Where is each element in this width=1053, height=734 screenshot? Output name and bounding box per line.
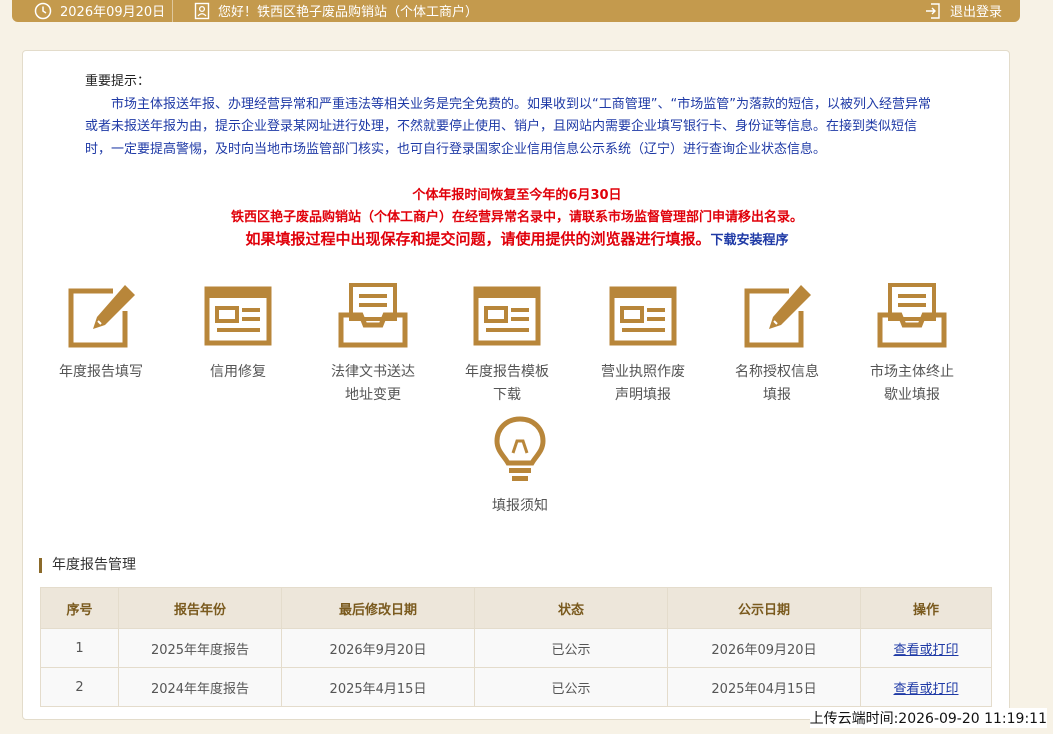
clock-icon: [34, 2, 52, 19]
col-header-last-modified: 最后修改日期: [281, 587, 475, 629]
greeting-text: 您好！铁西区艳子废品购销站（个体工商户）: [218, 5, 479, 20]
view-print-link[interactable]: 查看或打印: [860, 628, 992, 668]
logout-label: 退出登录: [950, 5, 1003, 20]
form-window-icon: [473, 286, 541, 346]
col-header-actions: 操作: [860, 587, 992, 629]
col-header-report-year: 报告年份: [118, 587, 282, 629]
tile-label-line2: 声明填报: [615, 387, 671, 403]
tile-label-line1: 名称授权信息: [735, 364, 819, 380]
logout-button[interactable]: 退出登录: [924, 1, 1002, 20]
cell-status: 已公示: [474, 628, 668, 668]
cell-report-year: 2024年年度报告: [118, 667, 282, 707]
cell-last-modified: 2025年4月15日: [281, 667, 475, 707]
tile-legal-doc-address[interactable]: 法律文书送达 地址变更: [313, 281, 433, 407]
user-card-icon: [194, 2, 210, 19]
col-header-status: 状态: [474, 587, 668, 629]
tile-license-void-statement[interactable]: 营业执照作废 声明填报: [583, 281, 703, 407]
inbox-tray-icon: [877, 283, 947, 348]
tile-label: 信用修复: [210, 364, 266, 380]
tile-label-line2: 下载: [493, 387, 521, 403]
tile-annual-report-fill[interactable]: 年度报告填写: [41, 281, 161, 384]
col-header-index: 序号: [40, 587, 119, 629]
logout-icon: [926, 2, 940, 19]
table-row: 1 2025年年度报告 2026年9月20日 已公示 2026年09月20日 查…: [40, 628, 992, 668]
edit-pen-icon: [68, 285, 135, 348]
user-greeting: 您好！铁西区艳子废品购销站（个体工商户）: [194, 1, 478, 20]
upload-timestamp: 上传云端时间:2026-09-20 11:19:11: [809, 708, 1047, 728]
notice-body: 市场主体报送年报、办理经营异常和严重违法等相关业务是完全免费的。如果收到以“工商…: [85, 96, 931, 157]
important-notice: 重要提示： 市场主体报送年报、办理经营异常和严重违法等相关业务是完全免费的。如果…: [85, 71, 935, 161]
notice-heading: 重要提示：: [85, 74, 151, 89]
deadline-alert: 个体年报时间恢复至今年的6月30日: [412, 188, 622, 203]
top-bar: 2026年09月20日 您好！铁西区艳子废品购销站（个体工商户） 退出登录: [12, 0, 1020, 22]
lightbulb-icon: [494, 416, 546, 481]
tile-label-line1: 营业执照作废: [601, 364, 685, 380]
divider: [172, 0, 173, 22]
main-panel: 重要提示： 市场主体报送年报、办理经营异常和严重违法等相关业务是完全免费的。如果…: [22, 50, 1010, 720]
table-header-row: 序号 报告年份 最后修改日期 状态 公示日期 操作: [40, 587, 992, 629]
cell-last-modified: 2026年9月20日: [281, 628, 475, 668]
inbox-tray-icon: [338, 283, 408, 348]
tile-label: 填报须知: [492, 498, 548, 514]
browser-alert-text: 如果填报过程中出现保存和提交问题，请使用提供的浏览器进行填报。: [245, 230, 711, 248]
tile-label: 年度报告模板 下载: [447, 361, 567, 407]
cell-publish-date: 2025年04月15日: [667, 667, 861, 707]
download-installer-link[interactable]: 下载安装程序: [711, 233, 789, 248]
tile-label: 年度报告填写: [59, 364, 143, 380]
tile-filing-instructions[interactable]: 填报须知: [460, 415, 580, 518]
tile-label-line2: 填报: [763, 387, 791, 403]
form-window-icon: [609, 286, 677, 346]
tile-label: 法律文书送达 地址变更: [313, 361, 433, 407]
cell-index: 1: [40, 628, 119, 668]
form-window-icon: [204, 286, 272, 346]
tile-label: 名称授权信息 填报: [717, 361, 837, 407]
browser-alert: 如果填报过程中出现保存和提交问题，请使用提供的浏览器进行填报。下载安装程序: [23, 228, 1011, 249]
tile-label-line2: 歇业填报: [884, 387, 940, 403]
tile-credit-repair[interactable]: 信用修复: [178, 281, 298, 384]
tile-label-line2: 地址变更: [345, 387, 401, 403]
tile-label-line1: 年度报告模板: [465, 364, 549, 380]
section-title-annual-report-management: 年度报告管理: [39, 558, 136, 573]
edit-pen-icon: [744, 285, 811, 348]
annual-report-table: 序号 报告年份 最后修改日期 状态 公示日期 操作 1 2025年年度报告 20…: [40, 587, 992, 707]
tile-name-authorization[interactable]: 名称授权信息 填报: [717, 281, 837, 407]
cell-status: 已公示: [474, 667, 668, 707]
tile-label: 营业执照作废 声明填报: [583, 361, 703, 407]
tile-report-template-download[interactable]: 年度报告模板 下载: [447, 281, 567, 407]
view-print-link[interactable]: 查看或打印: [860, 667, 992, 707]
date-display: 2026年09月20日: [34, 1, 165, 20]
cell-publish-date: 2026年09月20日: [667, 628, 861, 668]
cell-report-year: 2025年年度报告: [118, 628, 282, 668]
cell-index: 2: [40, 667, 119, 707]
table-row: 2 2024年年度报告 2025年4月15日 已公示 2025年04月15日 查…: [40, 667, 992, 707]
tile-label: 市场主体终止 歇业填报: [852, 361, 972, 407]
date-text: 2026年09月20日: [60, 5, 166, 20]
tile-label-line1: 市场主体终止: [870, 364, 954, 380]
abnormal-list-alert: 铁西区艳子废品购销站（个体工商户）在经营异常名录中，请联系市场监督管理部门申请移…: [230, 210, 803, 225]
tile-label-line1: 法律文书送达: [331, 364, 415, 380]
col-header-publish-date: 公示日期: [667, 587, 861, 629]
tile-termination-suspension[interactable]: 市场主体终止 歇业填报: [852, 281, 972, 407]
